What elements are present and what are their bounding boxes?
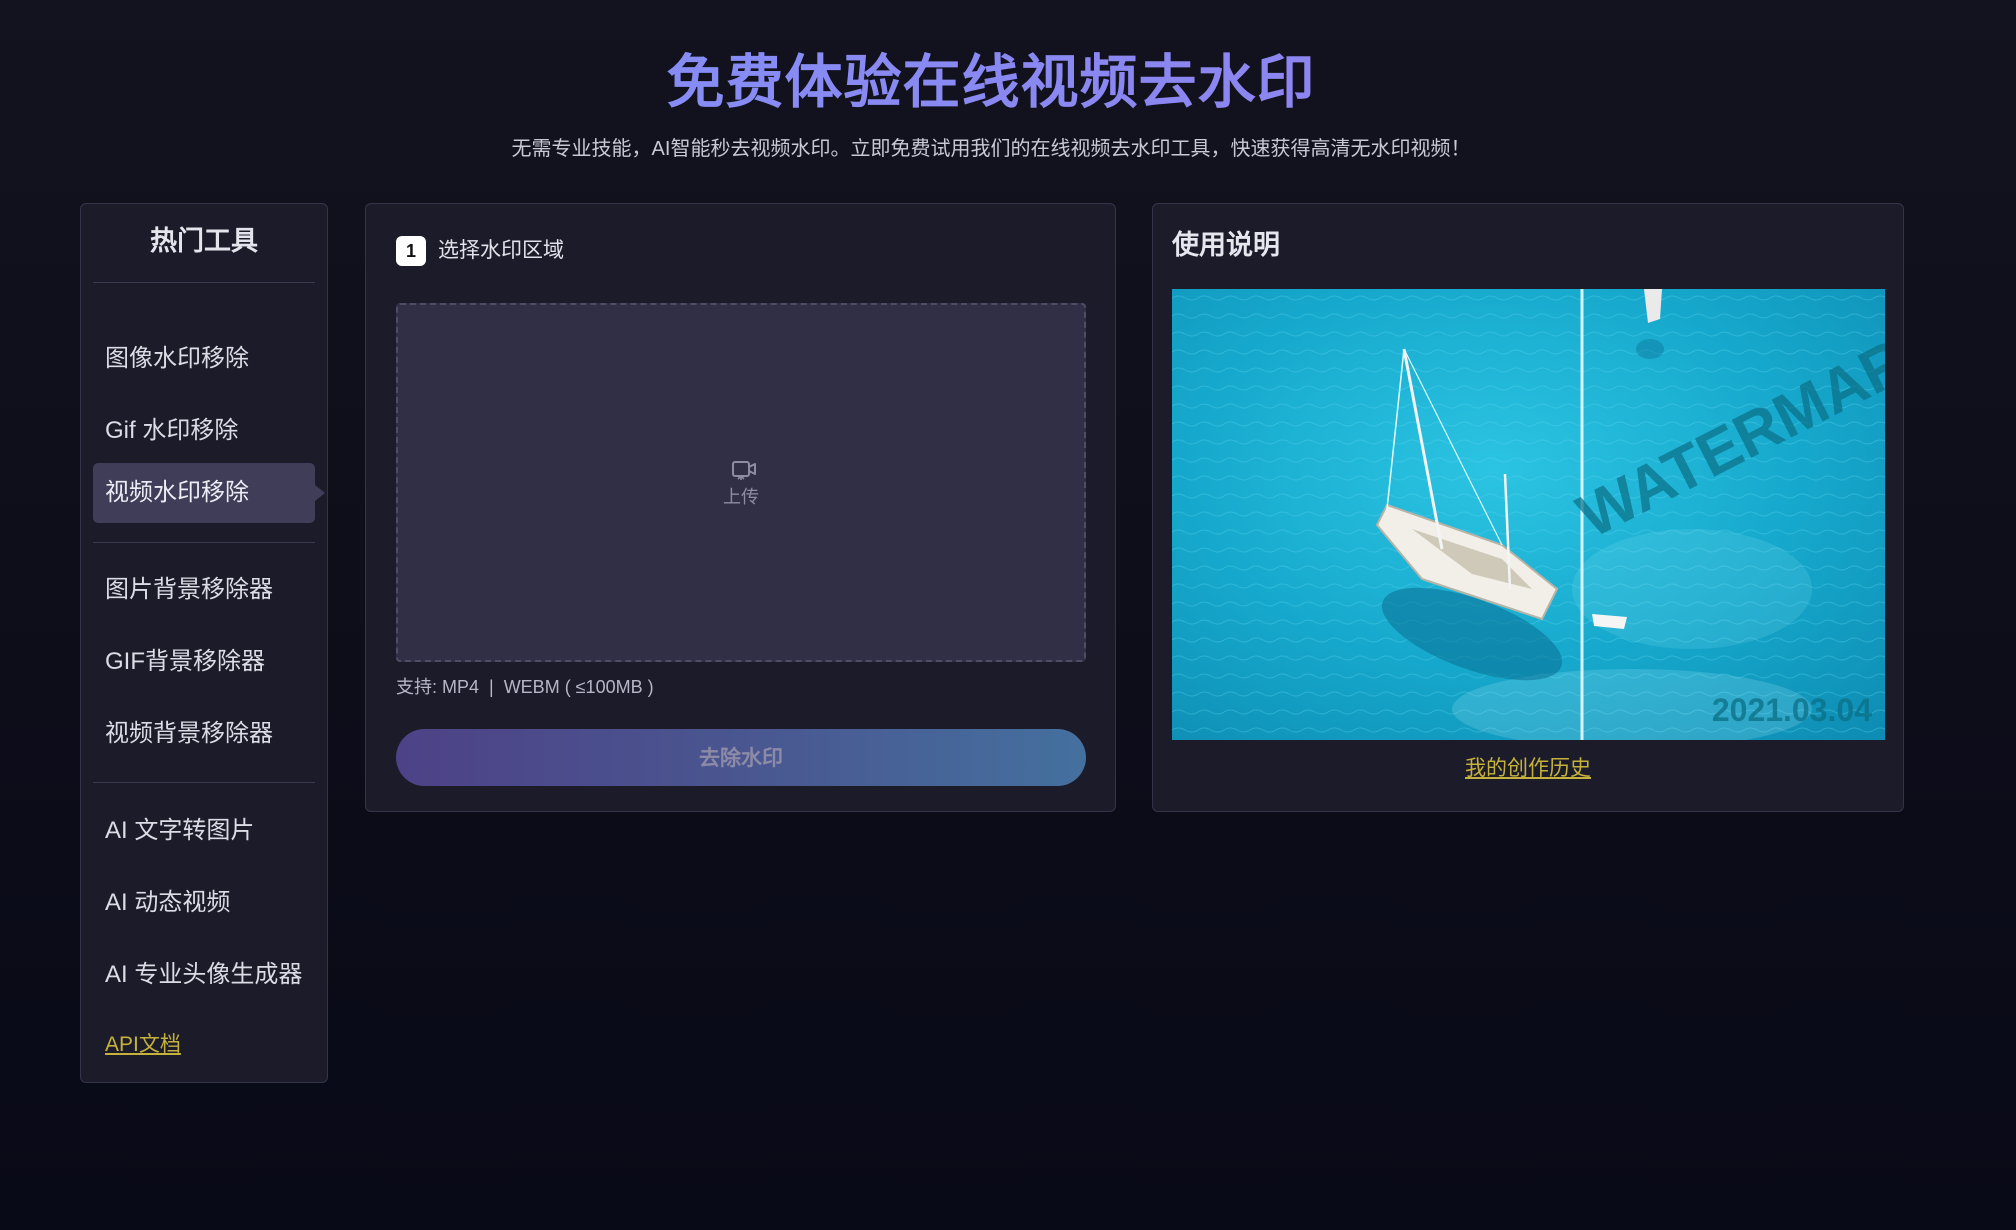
sidebar-item-ai-headshot-generator[interactable]: AI 专业头像生成器 [93,945,315,1005]
video-upload-icon [732,461,756,480]
upload-panel: 1 选择水印区域 上传 支持: MP4 | WEBM ( ≤100MB ) 去除… [365,203,1116,812]
sidebar-item-gif-background-remover[interactable]: GIF背景移除器 [93,632,315,692]
step-label: 选择水印区域 [438,239,564,262]
demo-illustration: WATERMARK 2021.03.04 [1172,289,1885,740]
demo-date-text: 2021.03.04 [1712,692,1872,728]
demo-image: WATERMARK 2021.03.04 [1172,289,1885,740]
sidebar-item-video-background-remover[interactable]: 视频背景移除器 [93,704,315,764]
sidebar-item-video-watermark-remover[interactable]: 视频水印移除 [93,463,325,523]
page-title: 免费体验在线视频去水印 [0,48,1982,118]
sidebar-divider [93,782,315,783]
sidebar-item-ai-animated-video[interactable]: AI 动态视频 [93,873,315,933]
api-docs-link[interactable]: API文档 [105,1030,181,1060]
instructions-title: 使用说明 [1172,230,1280,260]
supported-formats-text: 支持: MP4 | WEBM ( ≤100MB ) [396,677,654,697]
sidebar-item-image-watermark-remover[interactable]: 图像水印移除 [93,329,315,389]
page-subtitle: 无需专业技能，AI智能秒去视频水印。立即免费试用我们的在线视频去水印工具，快速获… [511,138,1471,160]
sidebar-divider [93,282,315,283]
creation-history-link[interactable]: 我的创作历史 [1153,754,1903,784]
sidebar-title: 热门工具 [150,226,258,256]
instructions-panel: 使用说明 WATERMARK 2021.03.04 我的创作历史 [1152,203,1904,812]
upload-label: 上传 [723,487,759,507]
sidebar-item-image-background-remover[interactable]: 图片背景移除器 [93,560,315,620]
sidebar-item-ai-text-to-image[interactable]: AI 文字转图片 [93,801,315,861]
remove-watermark-button[interactable]: 去除水印 [396,729,1086,786]
sidebar: 热门工具 图像水印移除 Gif 水印移除 视频水印移除 图片背景移除器 GIF背… [80,203,328,1083]
step-badge: 1 [396,236,426,266]
sidebar-divider [93,542,315,543]
sidebar-item-gif-watermark-remover[interactable]: Gif 水印移除 [93,401,315,461]
upload-dropzone[interactable]: 上传 [396,303,1086,662]
